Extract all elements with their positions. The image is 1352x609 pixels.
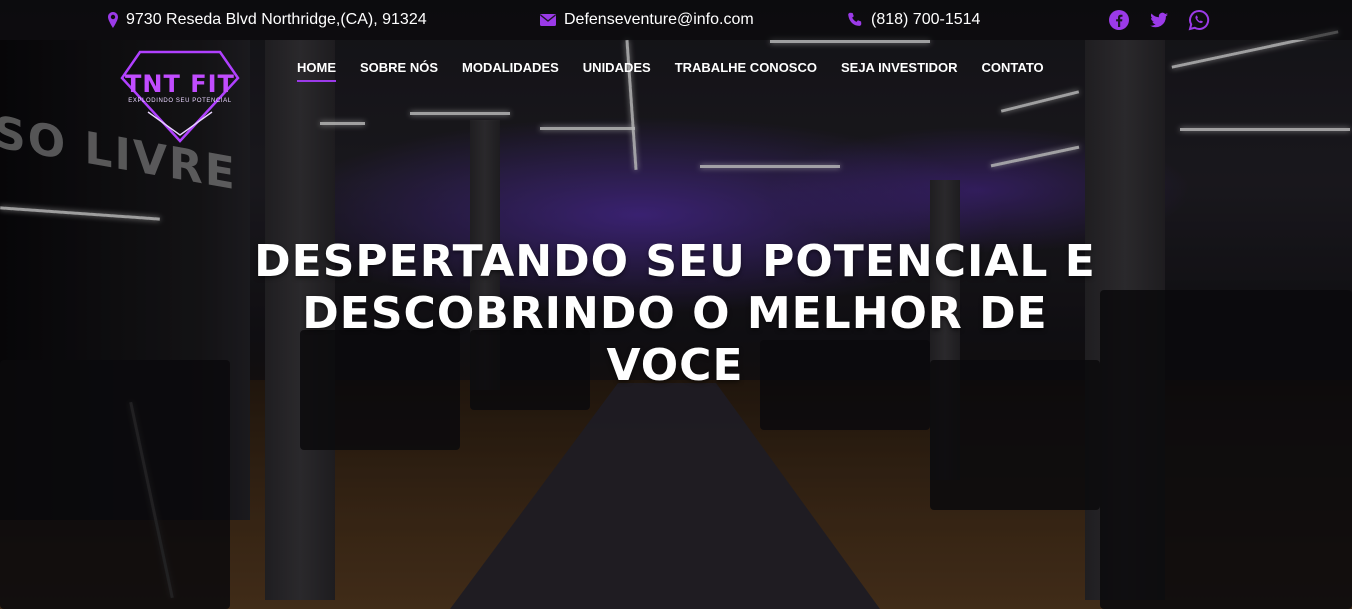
main-nav: HOME SOBRE NÓS MODALIDADES UNIDADES TRAB…: [297, 60, 1068, 82]
nav-trabalhe-conosco[interactable]: TRABALHE CONOSCO: [675, 60, 817, 82]
logo-title: TNT FIT: [125, 70, 235, 98]
top-info-bar: 9730 Reseda Blvd Northridge,(CA), 91324 …: [0, 0, 1352, 40]
headline-line-2: DESCOBRINDO O MELHOR DE: [302, 288, 1048, 339]
address-text: 9730 Reseda Blvd Northridge,(CA), 91324: [126, 11, 427, 28]
hero-headline: DESPERTANDO SEU POTENCIAL E DESCOBRINDO …: [200, 236, 1150, 392]
brand-logo[interactable]: TNT FIT EXPLODINDO SEU POTENCIAL: [118, 48, 242, 144]
email-info[interactable]: Defenseventure@info.com: [540, 9, 754, 31]
phone-link[interactable]: (818) 700-1514: [871, 11, 980, 29]
email-link[interactable]: Defenseventure@info.com: [564, 11, 754, 29]
nav-modalidades[interactable]: MODALIDADES: [462, 60, 559, 82]
nav-unidades[interactable]: UNIDADES: [583, 60, 651, 82]
address-info: 9730 Reseda Blvd Northridge,(CA), 91324: [108, 9, 427, 31]
nav-contato[interactable]: CONTATO: [982, 60, 1044, 82]
twitter-icon[interactable]: [1148, 9, 1170, 31]
logo-tagline: EXPLODINDO SEU POTENCIAL: [128, 98, 232, 104]
phone-icon: [847, 12, 863, 28]
map-pin-icon: [108, 12, 118, 28]
nav-home[interactable]: HOME: [297, 60, 336, 82]
headline-line-1: DESPERTANDO SEU POTENCIAL E: [254, 236, 1096, 287]
whatsapp-icon[interactable]: [1188, 9, 1210, 31]
facebook-icon[interactable]: [1108, 9, 1130, 31]
headline-line-3: VOCE: [606, 340, 744, 391]
nav-sobre-nos[interactable]: SOBRE NÓS: [360, 60, 438, 82]
phone-info[interactable]: (818) 700-1514: [847, 9, 980, 31]
nav-seja-investidor[interactable]: SEJA INVESTIDOR: [841, 60, 958, 82]
envelope-icon: [540, 14, 556, 26]
